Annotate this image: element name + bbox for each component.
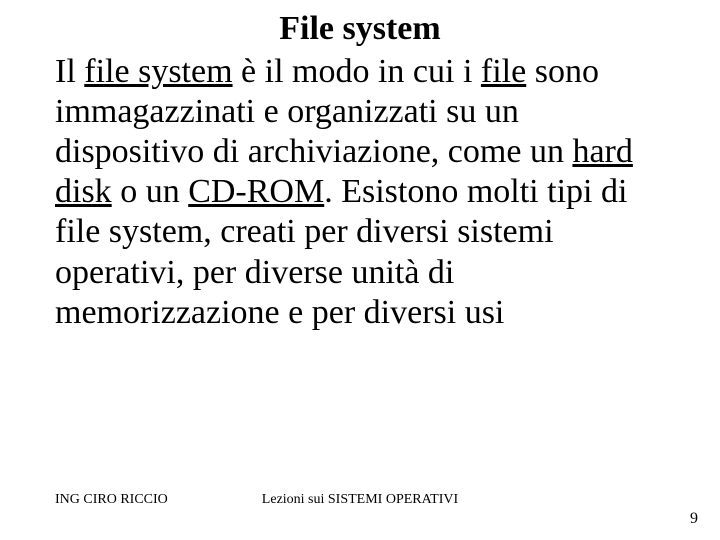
body-text: è il modo in cui i [233,53,481,90]
link-cd-rom[interactable]: CD-ROM [188,173,324,210]
footer-series: Lezioni sui SISTEMI OPERATIVI [0,492,720,508]
link-file[interactable]: file [481,53,526,90]
link-file-system[interactable]: file system [84,53,232,90]
slide-body: Il file system è il modo in cui i file s… [55,52,645,333]
body-text: Il [55,53,84,90]
slide-title: File system [0,10,720,48]
body-text: o un [112,173,189,210]
page-number: 9 [690,510,698,528]
slide: File system Il file system è il modo in … [0,0,720,540]
